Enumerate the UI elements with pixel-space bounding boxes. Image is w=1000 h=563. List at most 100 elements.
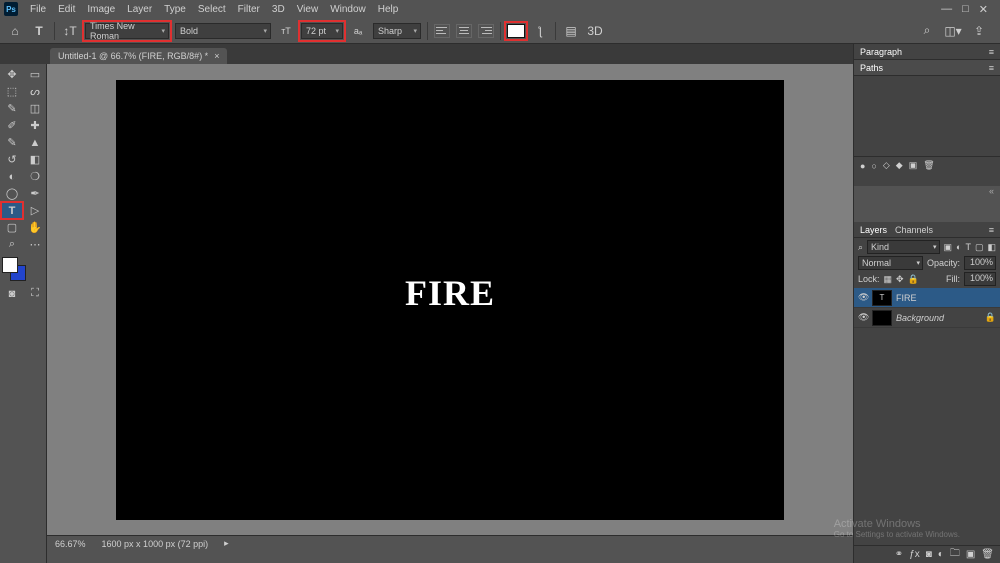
font-style-dropdown[interactable]: Bold	[175, 23, 271, 39]
link-layers-icon[interactable]: ⚭	[895, 549, 903, 560]
layer-name[interactable]: FIRE	[896, 293, 917, 303]
tab-close-icon[interactable]: ×	[214, 51, 219, 61]
canvas-text[interactable]: FIRE	[405, 272, 495, 314]
align-left-button[interactable]	[434, 24, 450, 38]
new-layer-icon[interactable]: ▣	[966, 549, 975, 560]
layer-item[interactable]: 👁 Background 🔒	[854, 308, 1000, 328]
pen-tool[interactable]: ✒	[24, 185, 46, 202]
layer-thumbnail[interactable]	[872, 310, 892, 326]
gradient-tool[interactable]: ◐	[1, 168, 23, 185]
hand-tool[interactable]: ✋	[24, 219, 46, 236]
path-mask-icon[interactable]: ◆	[896, 160, 903, 171]
quick-select-tool[interactable]: ✎	[1, 100, 23, 117]
menu-file[interactable]: File	[24, 2, 52, 17]
marquee-tool[interactable]: ⬚	[1, 83, 23, 100]
layer-name[interactable]: Background	[896, 313, 944, 323]
visibility-toggle-icon[interactable]: 👁	[858, 292, 868, 303]
delete-path-icon[interactable]: 🗑	[923, 160, 934, 171]
path-fill-icon[interactable]: ●	[860, 161, 865, 171]
search-icon[interactable]: ⌕	[918, 22, 936, 40]
panel-menu-icon[interactable]: ≡	[989, 47, 994, 57]
canvas[interactable]: FIRE	[116, 80, 784, 520]
eraser-tool[interactable]: ◧	[24, 151, 46, 168]
window-maximize-icon[interactable]: □	[962, 3, 969, 16]
text-color-swatch[interactable]	[507, 24, 525, 38]
dodge-tool[interactable]: ◯	[1, 185, 23, 202]
text-orientation-icon[interactable]: ↕T	[61, 22, 79, 40]
menu-layer[interactable]: Layer	[121, 2, 158, 17]
menu-select[interactable]: Select	[192, 2, 232, 17]
layer-item[interactable]: 👁 T FIRE	[854, 288, 1000, 308]
filter-type-icon[interactable]: T	[965, 242, 971, 252]
status-chevron-icon[interactable]: ▸	[224, 538, 229, 549]
artboard-tool[interactable]: ▭	[24, 66, 46, 83]
tool-preset-icon[interactable]: T	[30, 22, 48, 40]
brush-tool[interactable]: ✎	[1, 134, 23, 151]
type-tool[interactable]: T	[1, 202, 23, 219]
panel-menu-icon[interactable]: ≡	[989, 225, 994, 235]
tab-layers[interactable]: Layers	[860, 225, 887, 235]
filter-smart-icon[interactable]: ◧	[987, 242, 996, 253]
home-icon[interactable]: ⌂	[6, 22, 24, 40]
tab-paragraph[interactable]: Paragraph	[860, 47, 902, 57]
opacity-input[interactable]: 100%	[964, 256, 996, 270]
path-stroke-icon[interactable]: ○	[871, 161, 876, 171]
share-icon[interactable]: ⇪	[970, 22, 988, 40]
crop-tool[interactable]: ◫	[24, 100, 46, 117]
warp-text-icon[interactable]: ƪ	[531, 22, 549, 40]
antialias-dropdown[interactable]: Sharp	[373, 23, 421, 39]
lock-pixels-icon[interactable]: ▦	[884, 274, 893, 285]
filter-shape-icon[interactable]: ▢	[975, 242, 984, 253]
window-minimize-icon[interactable]: —	[941, 3, 952, 16]
delete-layer-icon[interactable]: 🗑	[981, 549, 994, 560]
filter-image-icon[interactable]: ▣	[944, 242, 953, 253]
menu-type[interactable]: Type	[158, 2, 192, 17]
menu-help[interactable]: Help	[372, 2, 405, 17]
edit-toolbar[interactable]: ⋯	[24, 236, 46, 253]
align-right-button[interactable]	[478, 24, 494, 38]
menu-3d[interactable]: 3D	[266, 2, 291, 17]
screenmode-tool[interactable]: ⛶	[24, 285, 46, 302]
font-size-dropdown[interactable]: 72 pt	[301, 23, 343, 39]
layer-filter-dropdown[interactable]: Kind	[867, 240, 939, 254]
group-icon[interactable]: 🗀	[950, 546, 960, 563]
foreground-color-swatch[interactable]	[2, 257, 18, 273]
fill-input[interactable]: 100%	[964, 272, 996, 286]
menu-filter[interactable]: Filter	[232, 2, 266, 17]
history-brush-tool[interactable]: ↺	[1, 151, 23, 168]
document-tab[interactable]: Untitled-1 @ 66.7% (FIRE, RGB/8#) * ×	[50, 48, 227, 64]
eyedropper-tool[interactable]: ✐	[1, 117, 23, 134]
quickmask-tool[interactable]: ◙	[1, 285, 23, 302]
zoom-level[interactable]: 66.67%	[55, 539, 86, 549]
path-selection-icon[interactable]: ◇	[883, 160, 890, 171]
color-swatches[interactable]	[2, 257, 26, 281]
menu-view[interactable]: View	[291, 2, 325, 17]
canvas-area[interactable]: FIRE	[47, 64, 853, 535]
blur-tool[interactable]: ❍	[24, 168, 46, 185]
menu-window[interactable]: Window	[324, 2, 372, 17]
panel-menu-icon[interactable]: ≡	[989, 63, 994, 73]
tab-channels[interactable]: Channels	[895, 225, 933, 235]
healing-tool[interactable]: ✚	[24, 117, 46, 134]
align-center-button[interactable]	[456, 24, 472, 38]
tab-paths[interactable]: Paths	[860, 63, 883, 73]
layer-mask-icon[interactable]: ◙	[926, 549, 932, 560]
lock-icon[interactable]: 🔒	[985, 312, 996, 323]
3d-button[interactable]: 3D	[586, 22, 604, 40]
character-panel-icon[interactable]: ▤	[562, 22, 580, 40]
window-close-icon[interactable]: ✕	[979, 3, 988, 16]
new-path-icon[interactable]: ▣	[909, 160, 918, 171]
stamp-tool[interactable]: ▲	[24, 134, 46, 151]
layer-fx-icon[interactable]: ƒx	[909, 549, 920, 560]
zoom-tool[interactable]: ⌕	[1, 236, 23, 253]
layer-thumbnail[interactable]: T	[872, 290, 892, 306]
lasso-tool[interactable]: ᔕ	[24, 83, 46, 100]
workspace-icon[interactable]: ◫▾	[944, 22, 962, 40]
path-select-tool[interactable]: ▷	[24, 202, 46, 219]
move-tool[interactable]: ✥	[1, 66, 23, 83]
adjustment-layer-icon[interactable]: ◐	[938, 549, 944, 560]
panel-collapse-icon[interactable]: «	[854, 186, 1000, 196]
filter-adjust-icon[interactable]: ◐	[956, 242, 961, 252]
blend-mode-dropdown[interactable]: Normal	[858, 256, 923, 270]
visibility-toggle-icon[interactable]: 👁	[858, 312, 868, 323]
